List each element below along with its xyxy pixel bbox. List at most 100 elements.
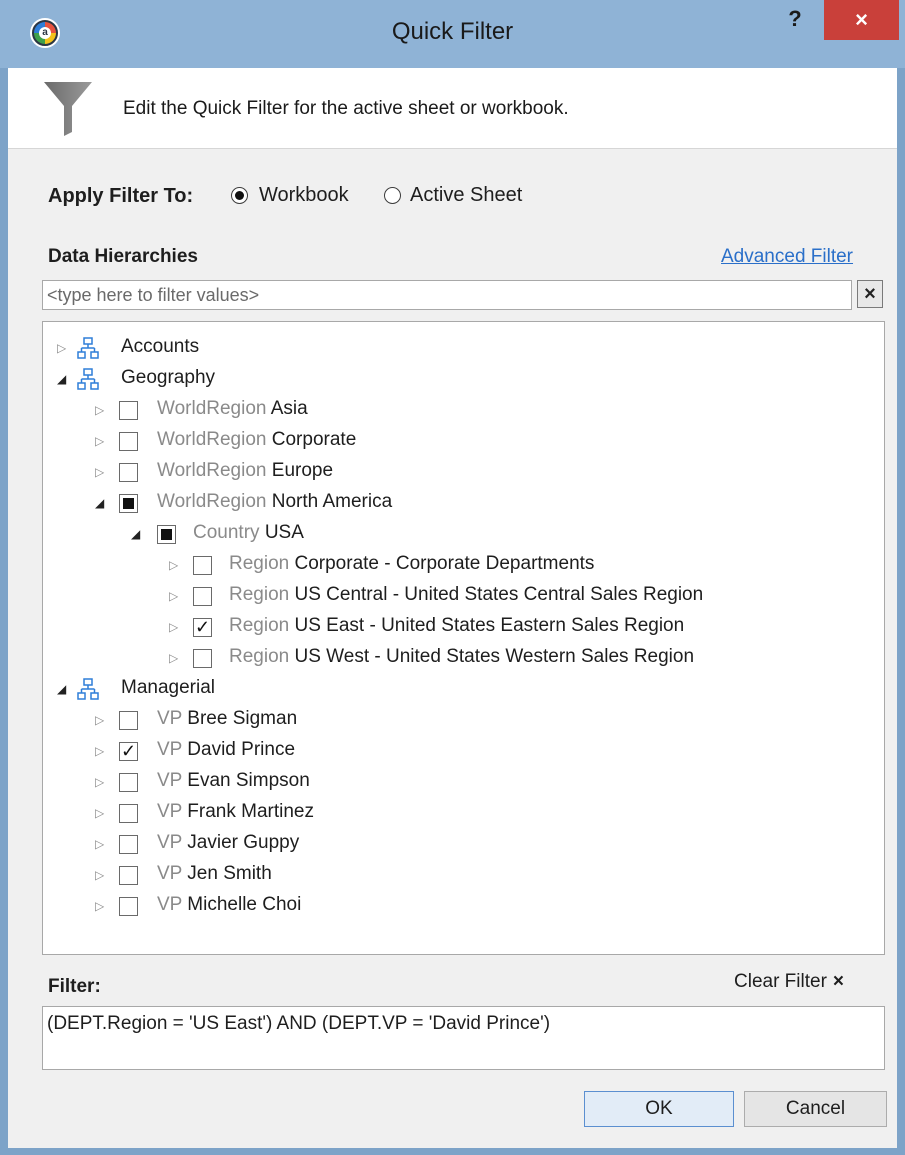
level-label: Region xyxy=(229,646,290,667)
filter-values-input[interactable] xyxy=(42,280,852,310)
tree-node-vp-evan-simpson[interactable]: ▷ VP Evan Simpson xyxy=(43,768,883,798)
tree-node-label: Managerial xyxy=(121,677,215,698)
checkbox-partial[interactable] xyxy=(119,494,138,513)
level-label: VP xyxy=(157,801,183,822)
value-label: Javier Guppy xyxy=(187,832,300,853)
collapse-arrow-icon[interactable]: ◢ xyxy=(57,370,69,388)
workbook-radio-label[interactable]: Workbook xyxy=(259,184,349,207)
tree-node-country-usa[interactable]: ◢ Country USA xyxy=(43,520,883,550)
funnel-icon xyxy=(44,82,92,136)
tree-node-geography[interactable]: ◢ Geography xyxy=(43,365,883,395)
level-label: VP xyxy=(157,739,183,760)
workbook-radio[interactable] xyxy=(231,187,248,204)
checkbox-partial[interactable] xyxy=(157,525,176,544)
expand-arrow-icon[interactable]: ▷ xyxy=(169,618,181,636)
level-label: Region xyxy=(229,553,290,574)
value-label: Europe xyxy=(271,460,334,481)
tree-node-label: Geography xyxy=(121,367,216,388)
level-label: WorldRegion xyxy=(157,398,267,419)
checkbox[interactable] xyxy=(119,463,138,482)
tree-node-worldregion-corporate[interactable]: ▷ WorldRegion Corporate xyxy=(43,427,883,457)
expand-arrow-icon[interactable]: ▷ xyxy=(95,804,107,822)
filter-expression-box[interactable]: (DEPT.Region = 'US East') AND (DEPT.VP =… xyxy=(42,1006,885,1070)
cancel-button[interactable]: Cancel xyxy=(744,1091,887,1127)
checkbox[interactable] xyxy=(119,835,138,854)
ok-button[interactable]: OK xyxy=(584,1091,734,1127)
checkbox[interactable] xyxy=(119,432,138,451)
tree-node-region-us-central[interactable]: ▷ Region US Central - United States Cent… xyxy=(43,582,883,612)
checkbox[interactable] xyxy=(193,649,212,668)
tree-node-worldregion-asia[interactable]: ▷ WorldRegion Asia xyxy=(43,396,883,426)
expand-arrow-icon[interactable]: ▷ xyxy=(57,339,69,357)
tree-node-region-us-east[interactable]: ▷ ✓ Region US East - United States Easte… xyxy=(43,613,883,643)
level-label: VP xyxy=(157,863,183,884)
checkbox[interactable] xyxy=(119,773,138,792)
expand-arrow-icon[interactable]: ▷ xyxy=(95,773,107,791)
tree-node-vp-jen-smith[interactable]: ▷ VP Jen Smith xyxy=(43,861,883,891)
expand-arrow-icon[interactable]: ▷ xyxy=(169,649,181,667)
collapse-arrow-icon[interactable]: ◢ xyxy=(95,494,107,512)
checkbox[interactable] xyxy=(119,711,138,730)
value-label: US West - United States Western Sales Re… xyxy=(294,646,695,667)
tree-node-region-us-west[interactable]: ▷ Region US West - United States Western… xyxy=(43,644,883,674)
value-label: US Central - United States Central Sales… xyxy=(294,584,704,605)
window-title: Quick Filter xyxy=(391,18,514,45)
value-label: US East - United States Eastern Sales Re… xyxy=(294,615,685,636)
value-label: USA xyxy=(264,522,304,543)
tree-node-region-corporate[interactable]: ▷ Region Corporate - Corporate Departmen… xyxy=(43,551,883,581)
clear-filter-label: Clear Filter xyxy=(734,971,827,992)
value-label: Corporate xyxy=(271,429,357,450)
tree-node-vp-javier-guppy[interactable]: ▷ VP Javier Guppy xyxy=(43,830,883,860)
checkbox[interactable] xyxy=(119,804,138,823)
hierarchy-icon xyxy=(77,368,99,390)
tree-node-vp-michelle-choi[interactable]: ▷ VP Michelle Choi xyxy=(43,892,883,922)
tree-node-worldregion-north-america[interactable]: ◢ WorldRegion North America xyxy=(43,489,883,519)
value-label: Asia xyxy=(270,398,308,419)
clear-search-button[interactable]: × xyxy=(857,280,883,308)
expand-arrow-icon[interactable]: ▷ xyxy=(169,556,181,574)
level-label: Region xyxy=(229,584,290,605)
tree-node-vp-frank-martinez[interactable]: ▷ VP Frank Martinez xyxy=(43,799,883,829)
expand-arrow-icon[interactable]: ▷ xyxy=(169,587,181,605)
checkbox-checked[interactable]: ✓ xyxy=(193,618,212,637)
expand-arrow-icon[interactable]: ▷ xyxy=(95,835,107,853)
expand-arrow-icon[interactable]: ▷ xyxy=(95,711,107,729)
expand-arrow-icon[interactable]: ▷ xyxy=(95,866,107,884)
tree-node-worldregion-europe[interactable]: ▷ WorldRegion Europe xyxy=(43,458,883,488)
active-sheet-radio[interactable] xyxy=(384,187,401,204)
checkbox[interactable] xyxy=(119,866,138,885)
tree-node-vp-david-prince[interactable]: ▷ ✓ VP David Prince xyxy=(43,737,883,767)
level-label: VP xyxy=(157,894,183,915)
tree-node-vp-bree-sigman[interactable]: ▷ VP Bree Sigman xyxy=(43,706,883,736)
expand-arrow-icon[interactable]: ▷ xyxy=(95,463,107,481)
level-label: WorldRegion xyxy=(157,491,267,512)
hierarchy-tree[interactable]: ▷ Accounts ◢ Geography ▷ WorldRegion Asi… xyxy=(42,321,885,955)
apply-filter-label: Apply Filter To: xyxy=(48,185,194,207)
expand-arrow-icon[interactable]: ▷ xyxy=(95,897,107,915)
value-label: David Prince xyxy=(187,739,296,760)
collapse-arrow-icon[interactable]: ◢ xyxy=(57,680,69,698)
value-label: Michelle Choi xyxy=(187,894,302,915)
data-hierarchies-label: Data Hierarchies xyxy=(48,246,198,267)
value-label: Evan Simpson xyxy=(187,770,310,791)
value-label: North America xyxy=(271,491,393,512)
tree-node-managerial[interactable]: ◢ Managerial xyxy=(43,675,883,705)
checkbox[interactable] xyxy=(119,401,138,420)
dialog-client: Edit the Quick Filter for the active she… xyxy=(8,68,897,1148)
checkbox-checked[interactable]: ✓ xyxy=(119,742,138,761)
help-button[interactable]: ? xyxy=(781,6,809,38)
clear-filter-button[interactable]: Clear Filter × xyxy=(734,971,844,993)
expand-arrow-icon[interactable]: ▷ xyxy=(95,401,107,419)
active-sheet-radio-label[interactable]: Active Sheet xyxy=(410,184,522,207)
level-label: VP xyxy=(157,770,183,791)
checkbox[interactable] xyxy=(193,587,212,606)
collapse-arrow-icon[interactable]: ◢ xyxy=(131,525,143,543)
advanced-filter-link[interactable]: Advanced Filter xyxy=(721,246,853,268)
expand-arrow-icon[interactable]: ▷ xyxy=(95,742,107,760)
close-button[interactable]: × xyxy=(824,0,899,40)
checkbox[interactable] xyxy=(193,556,212,575)
value-label: Jen Smith xyxy=(187,863,272,884)
expand-arrow-icon[interactable]: ▷ xyxy=(95,432,107,450)
checkbox[interactable] xyxy=(119,897,138,916)
tree-node-accounts[interactable]: ▷ Accounts xyxy=(43,334,883,364)
